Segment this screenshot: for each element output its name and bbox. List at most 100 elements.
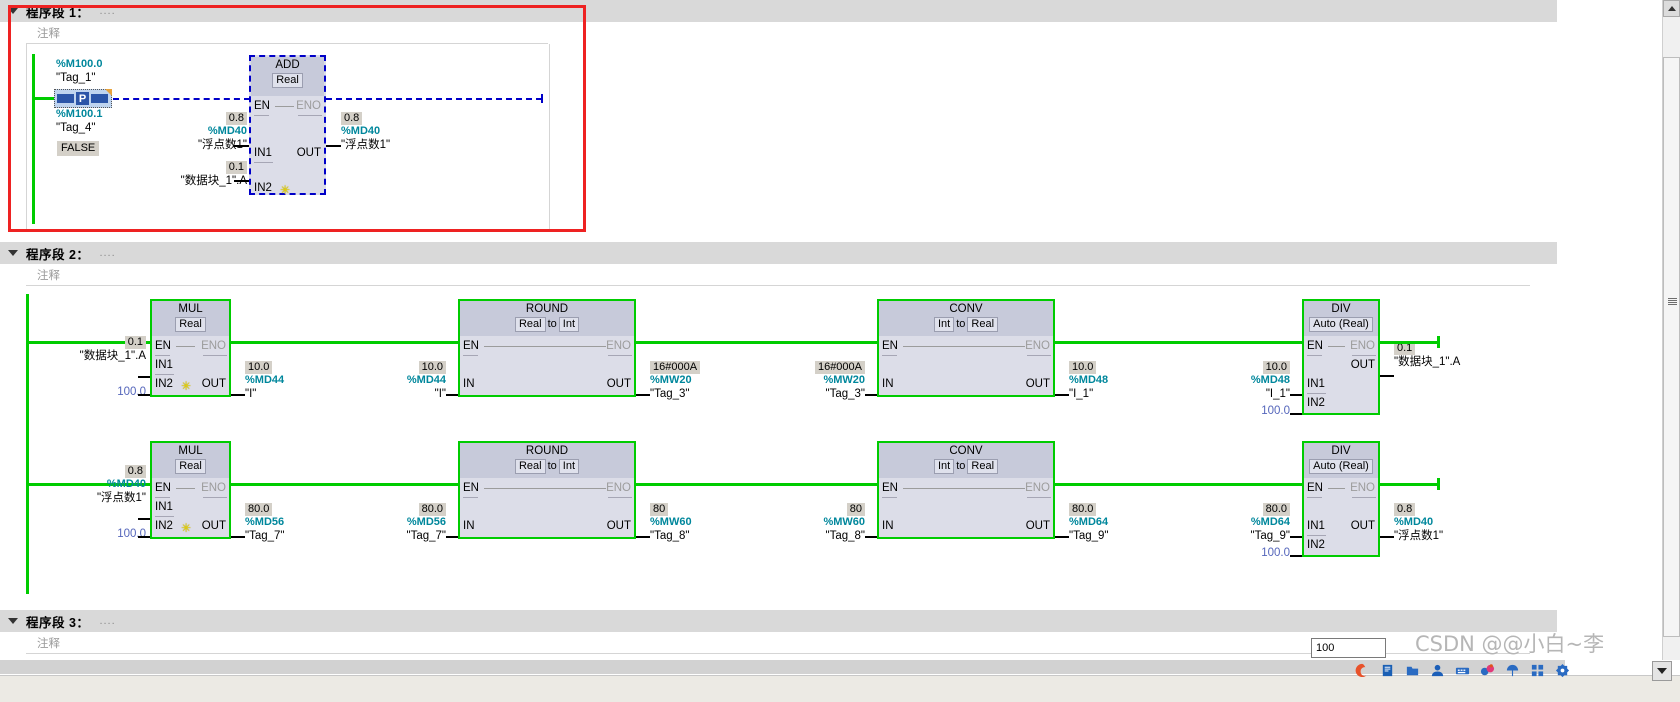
row2-round-in-operand[interactable]: 80.0 %MD56 "Tag_7"	[356, 503, 446, 543]
row1-mul-out-operand[interactable]: 10.0 %MD44 "I"	[245, 361, 345, 401]
row1-wire-round-to-conv	[636, 341, 877, 344]
row2-round-out-wire	[636, 536, 650, 538]
network-1-rung: P %M100.0 "Tag_1" %M100.1 "Tag_4" FALSE …	[26, 44, 550, 232]
row1-div-pin-en: EN	[1307, 340, 1323, 352]
contact-top-operand[interactable]: %M100.0 "Tag_1"	[56, 58, 136, 85]
scroll-up-button[interactable]	[1663, 0, 1680, 17]
collapse-arrow-icon-2[interactable]	[0, 242, 26, 264]
network-3-title: 程序段 3：	[26, 615, 90, 630]
row2-div-eno-line	[1328, 488, 1345, 489]
tray-expand-chevron-icon[interactable]	[1652, 661, 1672, 681]
row1-round-pin-en: EN	[463, 340, 479, 352]
row2-round-in-tag: "Tag_7"	[406, 530, 447, 542]
collapse-arrow-icon[interactable]	[0, 0, 26, 22]
network-3-comment[interactable]: 注释	[26, 632, 1530, 654]
settings-icon[interactable]	[1555, 663, 1570, 678]
browser-icon[interactable]	[1355, 663, 1370, 678]
add-block[interactable]: ADD Real EN ENO IN1 IN2 ✳ OUT	[249, 55, 326, 196]
keyboard-icon[interactable]	[1455, 663, 1470, 678]
row2-mul-out-value: 80.0	[245, 503, 273, 516]
contact-top-tag: "Tag_1"	[56, 72, 96, 84]
row1-round-block[interactable]: ROUND Real to Int EN ENO IN OUT	[458, 299, 636, 397]
row1-div-block[interactable]: DIV Auto (Real) EN ENO IN1 IN2 OUT	[1302, 299, 1380, 415]
add-in1-operand[interactable]: 0.8 %MD40 "浮点数1"	[142, 112, 247, 152]
network-3-header[interactable]: 程序段 3： ....	[0, 610, 1557, 632]
row1-div-in2-const[interactable]: 100.0	[1216, 405, 1290, 417]
row1-mul-out-tag: "I"	[245, 388, 257, 400]
row2-round-en-underline	[463, 497, 478, 498]
row2-round-block[interactable]: ROUND Real to Int EN ENO IN OUT	[458, 441, 636, 539]
network-1-header[interactable]: 程序段 1： ....	[0, 0, 1557, 22]
row2-conv-pin-out: OUT	[1025, 520, 1050, 532]
row2-div-in1-operand[interactable]: 80.0 %MD64 "Tag_9"	[1196, 503, 1290, 543]
row2-conv-out-operand[interactable]: 80.0 %MD64 "Tag_9"	[1069, 503, 1169, 543]
row1-round-header: ROUND Real to Int	[460, 301, 634, 336]
network-2-header[interactable]: 程序段 2： ....	[0, 242, 1557, 264]
row1-round-out-operand[interactable]: 16#000A %MW20 "Tag_3"	[650, 361, 760, 401]
add-in2-wire	[234, 180, 249, 182]
row1-conv-out-operand[interactable]: 10.0 %MD48 "I_1"	[1069, 361, 1169, 401]
row1-round-in-operand[interactable]: 10.0 %MD44 "I"	[356, 361, 446, 401]
row2-div-block[interactable]: DIV Auto (Real) EN ENO IN1 IN2 OUT	[1302, 441, 1380, 557]
row2-div-out-value: 0.8	[1394, 503, 1416, 516]
zoom-level-input[interactable]: 100	[1311, 638, 1386, 658]
row1-mul-block[interactable]: MUL Real EN ENO IN1 IN2 ✳ OUT	[150, 299, 231, 397]
row1-div-in1-wire	[1290, 394, 1302, 396]
row2-round-out-operand[interactable]: 80 %MW60 "Tag_8"	[650, 503, 760, 543]
network-1-dots: ....	[99, 5, 116, 17]
collapse-arrow-icon-3[interactable]	[0, 610, 26, 632]
row1-mul-in1-underline	[155, 374, 174, 375]
row1-div-eno-endcap	[1437, 336, 1440, 348]
row2-mul-in2-const[interactable]: 100.0	[66, 528, 146, 540]
row1-conv-in-operand[interactable]: 16#000A %MW20 "Tag_3"	[766, 361, 865, 401]
positive-edge-contact[interactable]: P	[54, 89, 112, 108]
row1-mul-in2-const[interactable]: 100.0	[66, 386, 146, 398]
contact-p-label: P	[76, 92, 89, 105]
row1-div-in1-operand[interactable]: 10.0 %MD48 "I_1"	[1196, 361, 1290, 401]
row2-mul-block[interactable]: MUL Real EN ENO IN1 IN2 ✳ OUT	[150, 441, 231, 539]
person-icon[interactable]	[1430, 663, 1445, 678]
taskbar-icons	[1355, 663, 1570, 678]
scroll-thumb[interactable]	[1663, 57, 1680, 637]
vertical-scrollbar[interactable]	[1662, 0, 1680, 660]
document-icon[interactable]	[1380, 663, 1395, 678]
row2-conv-out-value: 80.0	[1069, 503, 1097, 516]
bottom-divider-band	[0, 660, 1565, 674]
row1-conv-pin-en: EN	[882, 340, 898, 352]
row1-div-pin-out: OUT	[1350, 359, 1375, 371]
chat-icon[interactable]	[1480, 663, 1495, 678]
network-2-comment[interactable]: 注释	[26, 264, 1530, 286]
row1-div-type-text: Auto (Real)	[1309, 317, 1373, 332]
row2-div-out-operand[interactable]: 0.8 %MD40 "浮点数1"	[1394, 503, 1504, 543]
row1-conv-block[interactable]: CONV Int to Real EN ENO IN OUT	[877, 299, 1055, 397]
row1-conv-in-address: %MW20	[823, 374, 865, 386]
folder-icon[interactable]	[1405, 663, 1420, 678]
row1-div-out-operand[interactable]: 0.1 "数据块_1".A	[1394, 342, 1514, 369]
row1-div-en-underline	[1307, 355, 1322, 356]
row1-mul-type: Real	[152, 317, 229, 332]
row1-conv-type-from: Int	[933, 317, 955, 332]
network-1-title: 程序段 1：	[26, 5, 90, 20]
add-pin-en-underline	[254, 115, 269, 116]
row1-mul-in1-operand[interactable]: 0.1 "数据块_1".A	[46, 336, 146, 363]
row2-div-pin-en: EN	[1307, 482, 1323, 494]
contact-bottom-operand[interactable]: %M100.1 "Tag_4"	[56, 108, 136, 135]
umbrella-icon[interactable]	[1505, 663, 1520, 678]
network-3-dots: ....	[99, 615, 116, 627]
add-block-type: Real	[251, 73, 324, 88]
row2-conv-type-from: Int	[933, 459, 955, 474]
row2-mul-out-operand[interactable]: 80.0 %MD56 "Tag_7"	[245, 503, 345, 543]
row2-div-pin-in1: IN1	[1307, 520, 1325, 532]
row2-conv-block[interactable]: CONV Int to Real EN ENO IN OUT	[877, 441, 1055, 539]
row2-mul-in1-operand[interactable]: 0.8 %MD40 "浮点数1"	[46, 465, 146, 505]
row2-div-in2-const[interactable]: 100.0	[1216, 547, 1290, 559]
add-out-operand[interactable]: 0.8 %MD40 "浮点数1"	[341, 112, 451, 152]
network-1-comment[interactable]: 注释	[26, 22, 548, 44]
grid-icon[interactable]	[1530, 663, 1545, 678]
row2-conv-in-operand[interactable]: 80 %MW60 "Tag_8"	[766, 503, 865, 543]
row1-mul-name: MUL	[178, 303, 203, 315]
lad-editor-root: 程序段 1： .... 注释 P %M100.0 "Tag_1" %M100.1…	[0, 0, 1680, 702]
row2-mul-eno-line	[176, 488, 195, 489]
row2-div-in1-address: %MD64	[1250, 516, 1290, 528]
add-in2-operand[interactable]: 0.1 "数据块_1".A	[137, 161, 247, 188]
